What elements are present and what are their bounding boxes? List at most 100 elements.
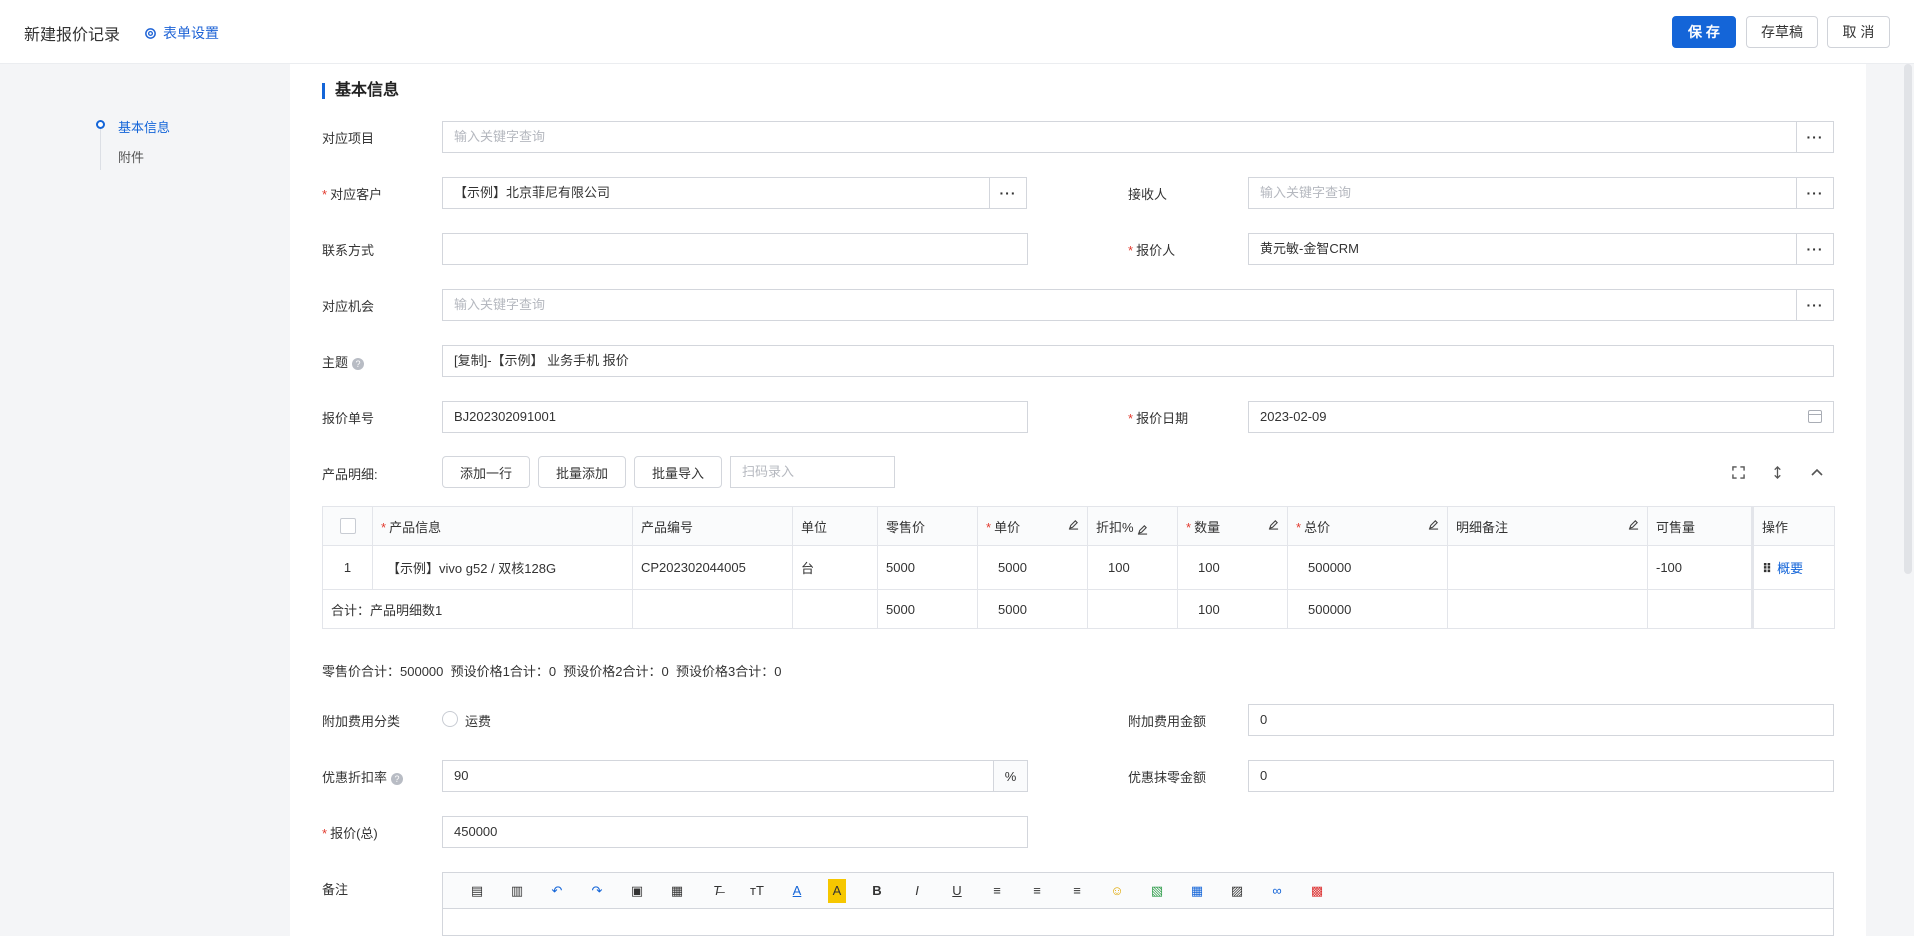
total-price-cell: 5000	[977, 589, 1088, 629]
products-table: * 产品信息 产品编号 单位 零售价 * 单价 折扣% * 数量 * 总价 明细备注 可…	[322, 506, 1835, 629]
freight-radio-label[interactable]: 运费	[465, 711, 491, 730]
edit-icon[interactable]	[1137, 524, 1148, 535]
opportunity-lookup-button[interactable]: ···	[1796, 289, 1834, 321]
customer-input[interactable]: 【示例】北京菲尼有限公司	[442, 177, 990, 209]
map-icon[interactable]: ▩	[1297, 879, 1337, 903]
paste-text-icon[interactable]: ▦	[657, 879, 697, 903]
insert-image-icon[interactable]: ▧	[1137, 879, 1177, 903]
project-input[interactable]: 输入关键字查询	[442, 121, 1797, 153]
col-total-price: * 总价	[1287, 506, 1448, 546]
discount-rate-input[interactable]: 90	[442, 760, 994, 792]
col-retail-price: 零售价	[877, 506, 978, 546]
paste-icon[interactable]: ▣	[617, 879, 657, 903]
align-left-icon[interactable]: ≡	[977, 879, 1017, 903]
help-icon[interactable]: ?	[352, 357, 365, 370]
total-qty-cell: 100	[1177, 589, 1288, 629]
undo-icon[interactable]: ↶	[537, 879, 577, 903]
contact-input[interactable]	[442, 233, 1028, 265]
table-icon[interactable]: ▦	[1177, 879, 1217, 903]
nav-item-attachments[interactable]: 附件	[118, 147, 144, 166]
discount-cell[interactable]: 100	[1087, 545, 1178, 590]
font-size-icon[interactable]: тT	[737, 879, 777, 903]
subject-input[interactable]: [复制]-【示例】 业务手机 报价	[442, 345, 1834, 377]
total-price-cell[interactable]: 500000	[1287, 545, 1448, 590]
redo-icon[interactable]: ↷	[577, 879, 617, 903]
media-icon[interactable]: ▨	[1217, 879, 1257, 903]
required-mark: *	[1128, 411, 1134, 426]
font-color-icon[interactable]: A	[777, 879, 817, 903]
col-available-qty: 可售量	[1647, 506, 1753, 546]
add-row-button[interactable]: 添加一行	[442, 456, 530, 488]
form-settings-link[interactable]: 表单设置	[144, 23, 219, 43]
receiver-lookup-button[interactable]: ···	[1796, 177, 1834, 209]
quote-no-input[interactable]: BJ202302091001	[442, 401, 1028, 433]
collapse-icon[interactable]	[1808, 463, 1826, 481]
receiver-input[interactable]: 输入关键字查询	[1248, 177, 1797, 209]
highlight-icon[interactable]: A	[828, 878, 846, 903]
round-amount-input[interactable]: 0	[1248, 760, 1834, 792]
col-unit: 单位	[792, 506, 878, 546]
total-code-cell	[632, 589, 793, 629]
link-icon[interactable]: ∞	[1257, 879, 1297, 903]
gear-icon	[145, 27, 156, 39]
row-height-icon[interactable]	[1768, 463, 1786, 481]
edit-icon[interactable]	[1428, 519, 1439, 530]
required-mark: *	[1128, 243, 1134, 258]
available-qty-cell: -100	[1647, 545, 1753, 590]
source-icon[interactable]: ▤	[457, 879, 497, 903]
total-unit-cell	[792, 589, 878, 629]
quote-date-input[interactable]: 2023-02-09	[1248, 401, 1834, 433]
quote-total-input[interactable]: 450000	[442, 816, 1028, 848]
edit-icon[interactable]	[1268, 519, 1279, 530]
required-mark: *	[322, 187, 328, 202]
select-all-checkbox[interactable]	[339, 518, 356, 535]
actions-cell: ⠿ 概要	[1751, 545, 1835, 590]
cancel-button[interactable]: 取 消	[1827, 16, 1890, 48]
align-right-icon[interactable]: ≡	[1057, 879, 1097, 903]
clear-format-icon[interactable]: T̶	[697, 879, 737, 903]
round-amount-label: 优惠抹零金额	[1128, 770, 1207, 785]
quoter-input[interactable]: 黄元敏-金智CRM	[1248, 233, 1797, 265]
nav-item-basic-info[interactable]: 基本信息	[118, 117, 170, 136]
emoji-icon[interactable]: ☺	[1097, 879, 1137, 903]
total-amount-cell: 500000	[1287, 589, 1448, 629]
edit-icon[interactable]	[1628, 519, 1639, 530]
required-mark: *	[1186, 519, 1192, 535]
fullscreen-icon[interactable]	[1729, 463, 1747, 481]
summary-link[interactable]: 概要	[1777, 561, 1803, 576]
save-button[interactable]: 保 存	[1672, 16, 1736, 48]
table-row: 1 【示例】vivo g52 / 双核128G CP202302044005 台…	[322, 545, 1835, 590]
underline-icon[interactable]: U	[937, 879, 977, 903]
batch-import-button[interactable]: 批量导入	[634, 456, 722, 488]
help-icon[interactable]: ?	[391, 772, 404, 785]
drag-handle-icon[interactable]: ⠿	[1762, 561, 1772, 576]
edit-icon[interactable]	[1068, 519, 1079, 530]
bold-icon[interactable]: B	[857, 879, 897, 903]
freight-radio[interactable]	[442, 711, 458, 727]
batch-add-button[interactable]: 批量添加	[538, 456, 626, 488]
fee-amount-input[interactable]: 0	[1248, 704, 1834, 736]
scrollbar[interactable]	[1904, 64, 1912, 574]
italic-icon[interactable]: I	[897, 879, 937, 903]
col-unit-price: * 单价	[977, 506, 1088, 546]
calendar-icon[interactable]	[1808, 410, 1822, 423]
align-center-icon[interactable]: ≡	[1017, 879, 1057, 903]
required-mark: *	[986, 519, 992, 535]
customer-lookup-button[interactable]: ···	[989, 177, 1027, 209]
scan-input[interactable]: 扫码录入	[730, 456, 895, 488]
opportunity-label: 对应机会	[322, 299, 375, 314]
quantity-cell[interactable]: 100	[1177, 545, 1288, 590]
quoter-lookup-button[interactable]: ···	[1796, 233, 1834, 265]
col-product-info: * 产品信息	[372, 506, 633, 546]
product-info-cell[interactable]: 【示例】vivo g52 / 双核128G	[372, 545, 633, 590]
remark-editor[interactable]: ▤ ▥ ↶ ↷ ▣ ▦ T̶ тT A A B I U ≡ ≡ ≡ ☺ ▧ ▦ …	[442, 872, 1834, 936]
template-icon[interactable]: ▥	[497, 879, 537, 903]
line-note-cell[interactable]	[1447, 545, 1648, 590]
save-draft-button[interactable]: 存草稿	[1746, 16, 1818, 48]
subject-label: 主题?	[322, 352, 365, 371]
opportunity-input[interactable]: 输入关键字查询	[442, 289, 1797, 321]
form-settings-label: 表单设置	[163, 25, 219, 41]
unit-price-cell[interactable]: 5000	[977, 545, 1088, 590]
project-lookup-button[interactable]: ···	[1796, 121, 1834, 153]
fee-category-label: 附加费用分类	[322, 714, 401, 729]
